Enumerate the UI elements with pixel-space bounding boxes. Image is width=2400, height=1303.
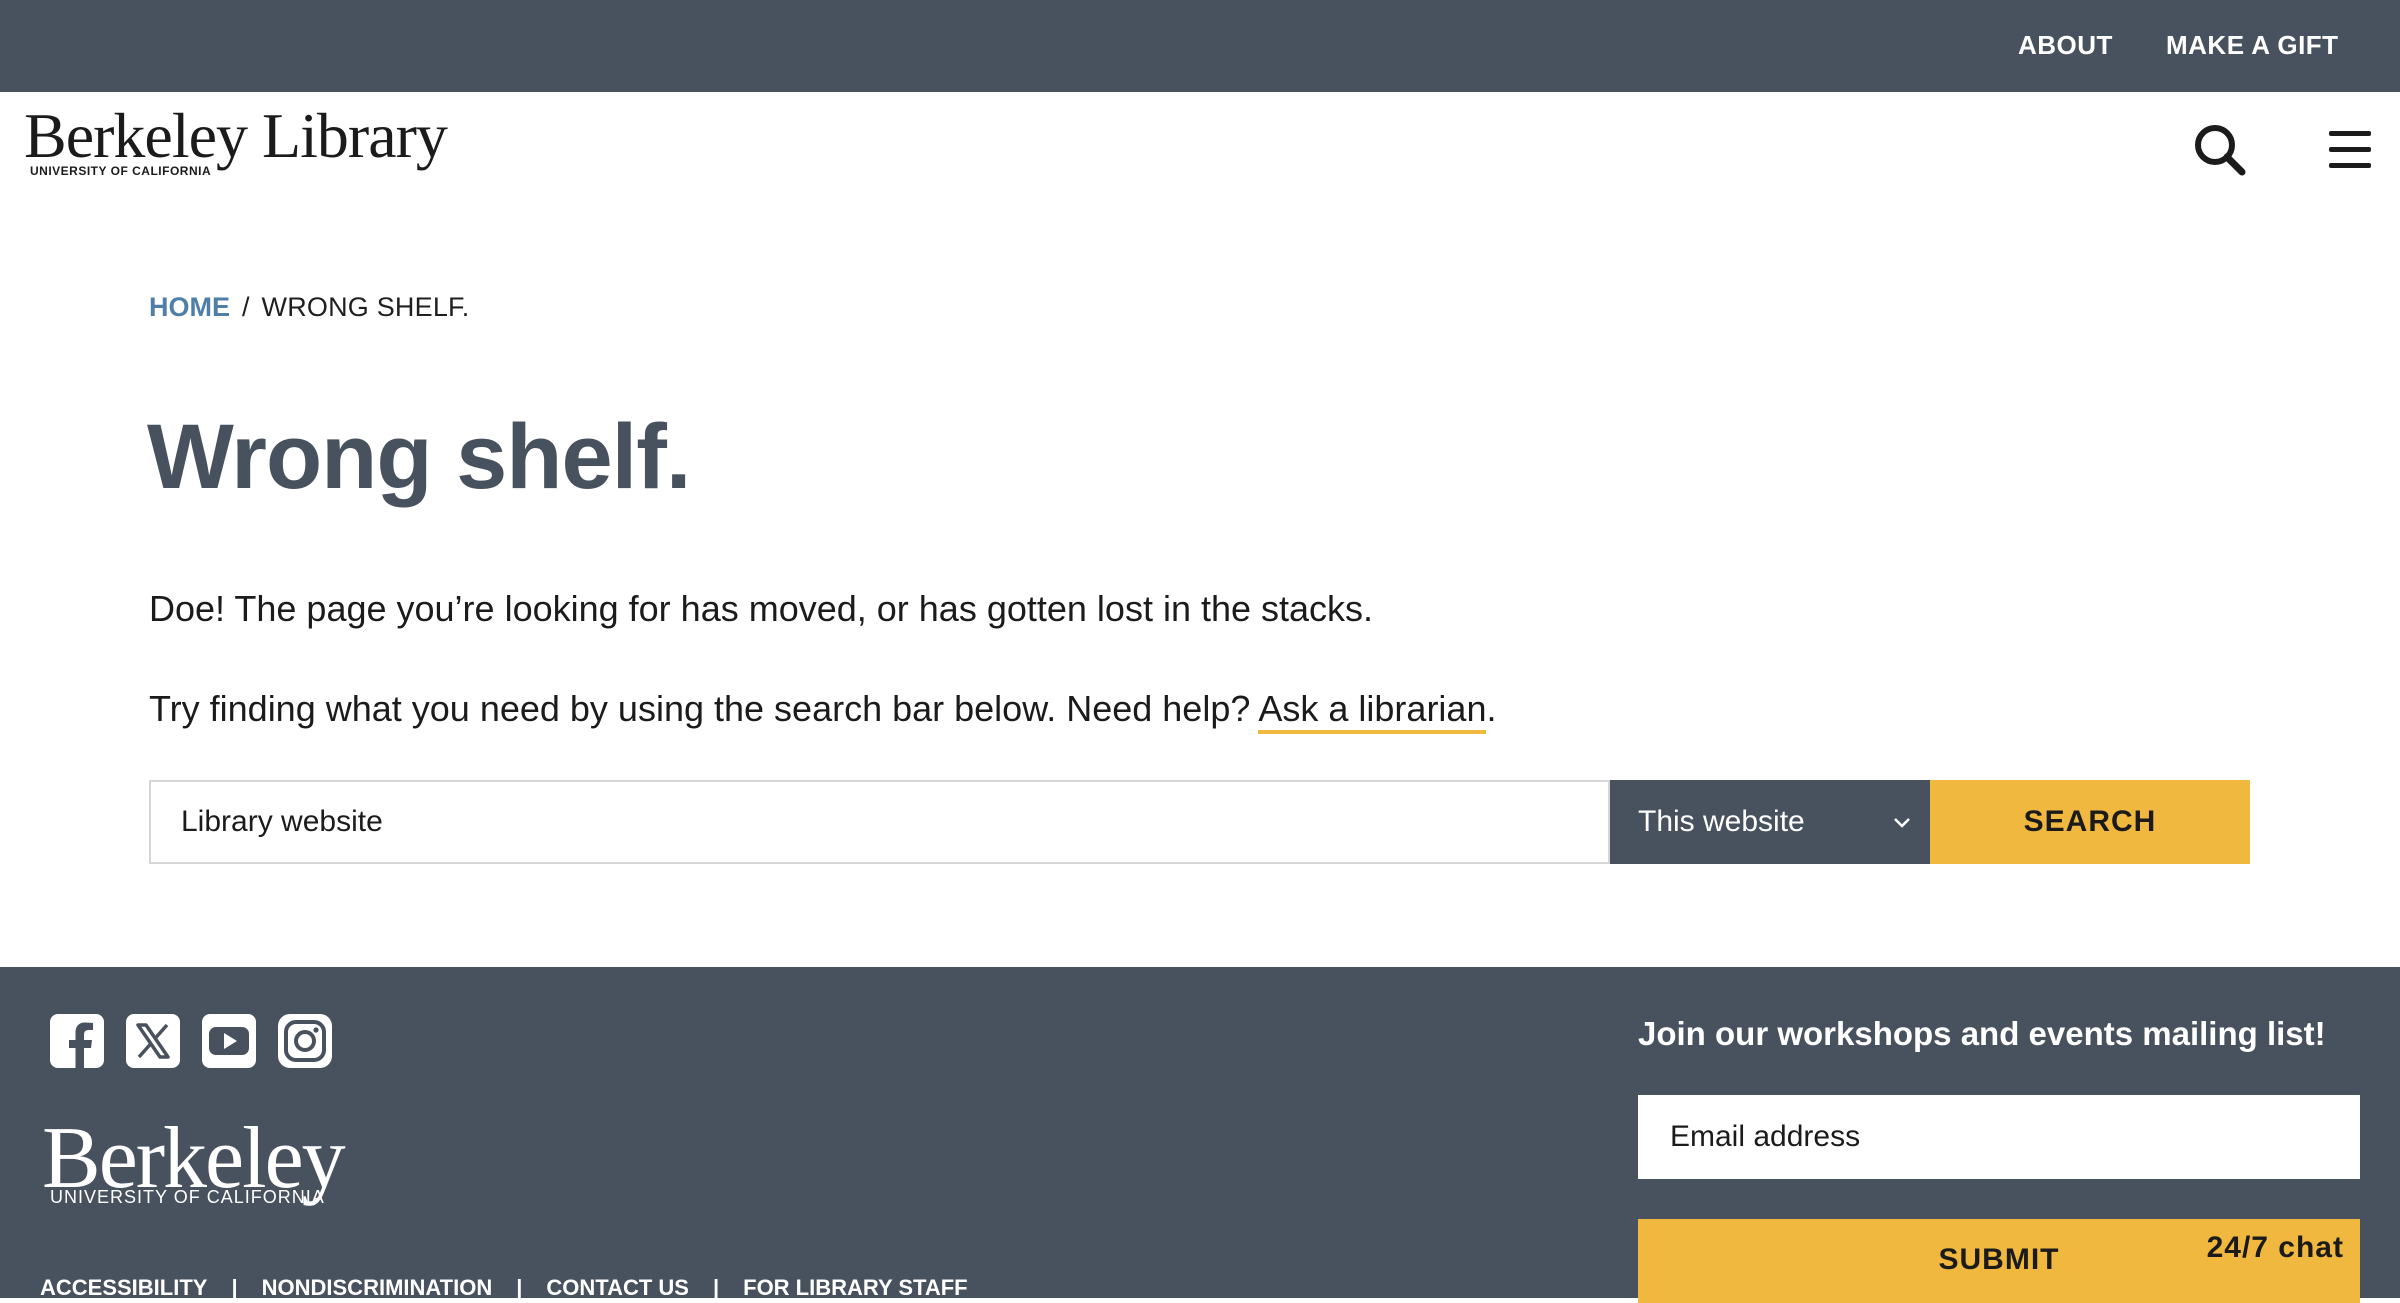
ask-a-librarian-link[interactable]: Ask a librarian <box>1258 688 1487 734</box>
youtube-icon[interactable] <box>200 1012 258 1070</box>
logo-wordmark: Berkeley Library <box>24 100 448 171</box>
accessibility-link[interactable]: ACCESSIBILITY <box>40 1275 207 1300</box>
footer-link-divider: | <box>516 1275 523 1300</box>
help-suffix: . <box>1486 688 1497 729</box>
x-twitter-icon[interactable] <box>124 1012 182 1070</box>
footer: Berkeley UNIVERSITY OF CALIFORNIA ACCESS… <box>0 967 2400 1303</box>
mailing-list-heading: Join our workshops and events mailing li… <box>1638 1015 2326 1052</box>
about-link[interactable]: ABOUT <box>2018 30 2113 61</box>
berkeley-library-logo[interactable]: Berkeley Library UNIVERSITY OF CALIFORNI… <box>24 100 448 188</box>
search-button[interactable]: SEARCH <box>1930 780 2250 864</box>
help-text: Try finding what you need by using the s… <box>149 688 1497 734</box>
breadcrumb-separator: / <box>242 292 250 322</box>
hamburger-menu-icon[interactable] <box>2320 120 2380 180</box>
search-scope-select[interactable]: This website <box>1610 780 1930 864</box>
error-message: Doe! The page you’re looking for has mov… <box>149 588 1374 629</box>
nondiscrimination-link[interactable]: NONDISCRIMINATION <box>262 1275 493 1300</box>
footer-link-divider: | <box>231 1275 238 1300</box>
footer-logo-subtitle: UNIVERSITY OF CALIFORNIA <box>50 1187 325 1207</box>
submit-button[interactable]: SUBMIT 24/7 chat <box>1638 1219 2360 1303</box>
utility-bar: ABOUT MAKE A GIFT <box>0 0 2400 92</box>
page-title: Wrong shelf. <box>147 406 691 508</box>
instagram-icon[interactable] <box>276 1012 334 1070</box>
for-library-staff-link[interactable]: FOR LIBRARY STAFF <box>743 1275 967 1300</box>
contact-us-link[interactable]: CONTACT US <box>546 1275 689 1300</box>
breadcrumb: HOME / WRONG SHELF. <box>149 292 469 323</box>
footer-link-divider: | <box>712 1275 720 1300</box>
facebook-icon[interactable] <box>48 1012 106 1070</box>
logo-subtitle: UNIVERSITY OF CALIFORNIA <box>30 164 212 178</box>
make-a-gift-link[interactable]: MAKE A GIFT <box>2166 30 2339 61</box>
search-input[interactable] <box>149 780 1610 864</box>
berkeley-footer-logo[interactable]: Berkeley UNIVERSITY OF CALIFORNIA <box>42 1110 382 1237</box>
chevron-down-icon <box>1894 818 1910 828</box>
search-icon[interactable] <box>2190 120 2250 180</box>
help-prefix: Try finding what you need by using the s… <box>149 688 1251 729</box>
footer-links: ACCESSIBILITY | NONDISCRIMINATION | CONTACT … <box>40 1275 968 1301</box>
search-scope-value: This website <box>1638 805 1805 838</box>
email-field[interactable] <box>1638 1095 2360 1179</box>
breadcrumb-current: WRONG SHELF. <box>261 292 470 322</box>
breadcrumb-home-link[interactable]: HOME <box>149 292 230 322</box>
chat-widget-button[interactable]: 24/7 chat <box>2207 1231 2344 1265</box>
